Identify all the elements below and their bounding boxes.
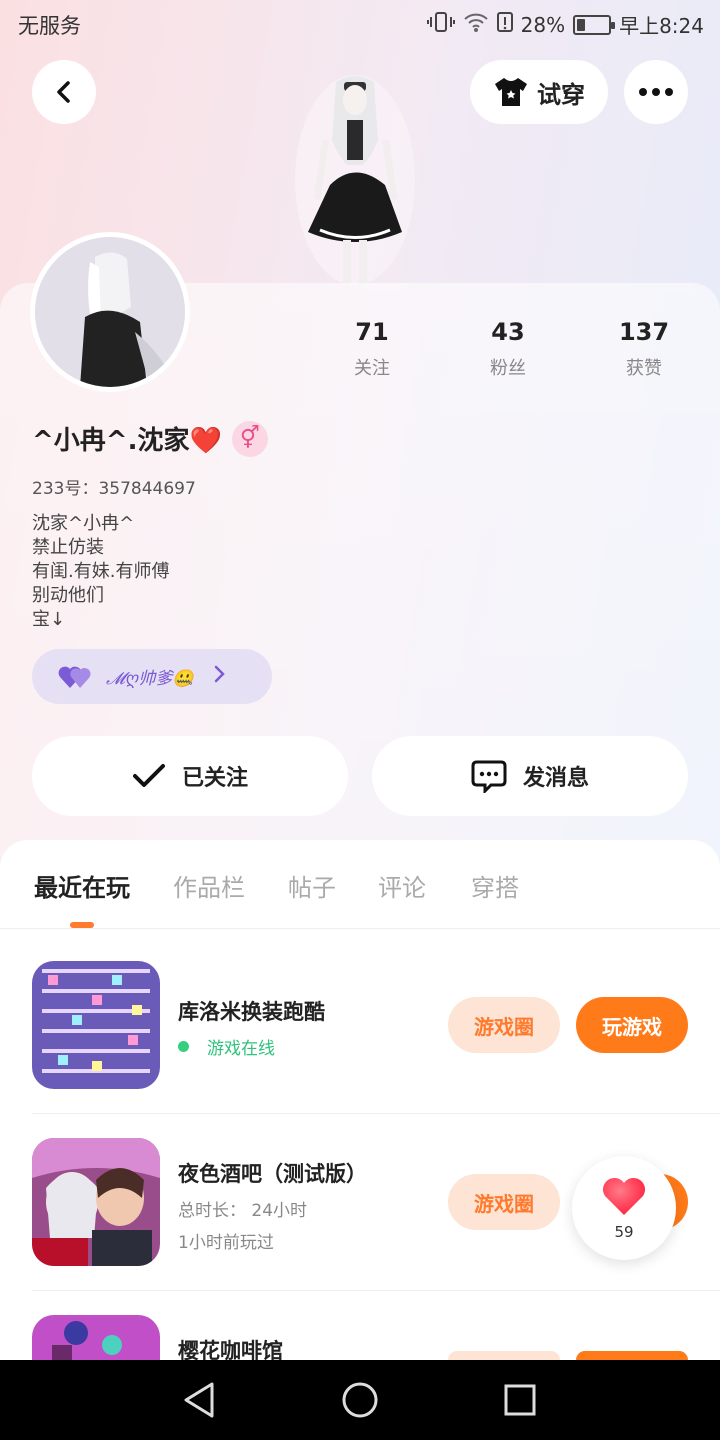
play-duration: 总时长： 24小时 [178,1201,308,1221]
stat-likes[interactable]: 137 获赞 [594,318,694,380]
nav-home-button[interactable] [338,1378,382,1422]
vibrate-icon [426,11,455,38]
user-id[interactable]: 233号：357844697 [32,474,196,499]
try-on-button[interactable]: 试穿 [470,60,608,124]
tab-recent-play[interactable]: 最近在玩 [34,868,130,903]
game-icon[interactable] [32,1138,160,1266]
square-recents-icon [504,1384,536,1416]
game-icon[interactable] [32,1315,160,1360]
bio-line: 禁止仿装 [32,537,104,558]
wifi-icon [463,11,489,38]
tab-works[interactable]: 作品栏 [173,868,245,903]
online-status: 游戏在线 [178,1034,275,1059]
double-heart-icon [58,666,91,688]
game-circle-button[interactable] [448,1351,560,1360]
game-title[interactable]: 库洛米换装跑酷 [178,996,325,1026]
fans-label: 粉丝 [490,358,526,379]
tab-comments[interactable]: 评论 [378,868,426,903]
row-divider [32,1113,720,1114]
check-icon [132,764,165,787]
tab-divider [0,928,720,929]
tab-posts[interactable]: 帖子 [288,868,336,903]
profile-avatar[interactable] [30,232,190,392]
game-circle-button[interactable]: 游戏圈 [448,1174,560,1230]
battery-icon [573,14,616,35]
nav-recents-button[interactable] [498,1378,542,1422]
like-count: 59 [614,1223,634,1241]
tab-outfits[interactable]: 穿搭 [471,868,519,903]
carrier-text: 无服务 [18,14,81,38]
likes-count: 137 [618,318,670,346]
row-divider [32,1290,720,1291]
followed-label: 已关注 [181,766,248,791]
system-nav-bar [0,1360,720,1440]
message-label: 发消息 [522,766,589,791]
avatar-image [35,237,185,387]
like-floating-button[interactable]: 59 [572,1156,676,1260]
gender-icon: ⚥ [231,420,268,457]
following-count: 71 [355,318,389,346]
followed-button[interactable]: 已关注 [32,736,348,816]
stat-fans[interactable]: 43 粉丝 [458,318,558,380]
likes-label: 获赞 [626,358,662,379]
bio: 沈家^小冉^ 禁止仿装 有闺.有妹.有师傅 别动他们 宝↓ [32,512,169,632]
couple-chip[interactable]: 𝓜ღ帅爹🤐 [32,649,272,704]
battery-level-fill [577,18,586,31]
fans-count: 43 [491,318,525,346]
game-icon[interactable] [32,961,160,1089]
chat-icon [471,760,507,793]
chevron-right-icon [214,664,226,689]
bio-line: 宝↓ [32,609,66,630]
content-area [0,840,720,1360]
bio-line: 沈家^小冉^ [32,513,135,534]
game-circle-button[interactable]: 游戏圈 [448,997,560,1053]
tshirt-icon [495,78,527,106]
online-label: 游戏在线 [207,1039,275,1059]
try-on-label: 试穿 [537,80,585,109]
circle-home-icon [342,1382,378,1418]
bio-line: 别动他们 [32,585,104,606]
avatar-3d-figure[interactable] [290,70,420,290]
status-bar: 无服务 28% 早上8:24 [0,0,720,48]
more-icon [639,88,673,96]
last-played: 1小时前玩过 [178,1233,274,1253]
chevron-left-icon [57,81,70,103]
alert-icon [496,11,513,38]
stat-following[interactable]: 71 关注 [322,318,422,380]
couple-text: 𝓜ღ帅爹🤐 [106,669,194,689]
username-row: ^小冉^.沈家❤️ ⚥ [32,420,268,457]
play-game-button[interactable]: 玩游戏 [576,997,688,1053]
following-label: 关注 [354,358,390,379]
more-button[interactable] [624,60,688,124]
bio-line: 有闺.有妹.有师傅 [32,561,170,582]
back-button[interactable] [32,60,96,124]
username: ^小冉^.沈家❤️ [32,426,222,456]
status-icons: 28% 早上8:24 [426,10,704,39]
triangle-back-icon [184,1382,214,1418]
heart-icon [602,1177,646,1215]
message-button[interactable]: 发消息 [372,736,688,816]
clock: 早上8:24 [619,14,704,38]
game-title[interactable]: 夜色酒吧（测试版） [178,1158,367,1188]
battery-percent: 28% [520,12,566,37]
online-dot [178,1041,189,1052]
play-game-button[interactable] [576,1351,688,1360]
nav-back-button[interactable] [178,1378,222,1422]
